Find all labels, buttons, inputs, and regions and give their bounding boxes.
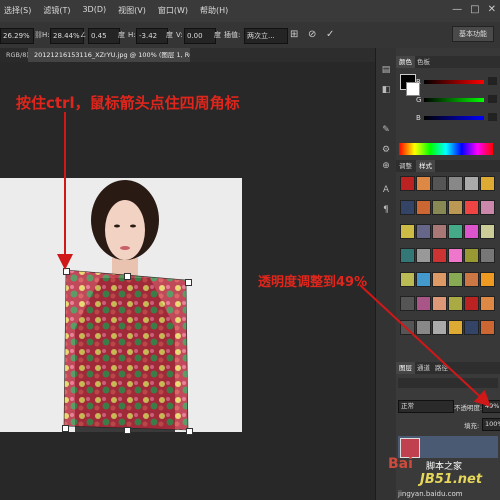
arrow-to-opacity (359, 284, 491, 407)
baidu-watermark: Bai (388, 456, 413, 472)
jingyan-watermark: jingyan.baidu.com (398, 490, 463, 498)
annotation-opacity-instruction: 透明度调整到49% (258, 275, 368, 290)
annotation-ctrl-instruction: 按住ctrl，鼠标箭头点住四周角标 (16, 94, 240, 112)
site-watermark: JB51.net (420, 472, 483, 487)
annotation-arrows (57, 112, 491, 407)
site-watermark-cn: 脚本之家 (426, 462, 463, 472)
